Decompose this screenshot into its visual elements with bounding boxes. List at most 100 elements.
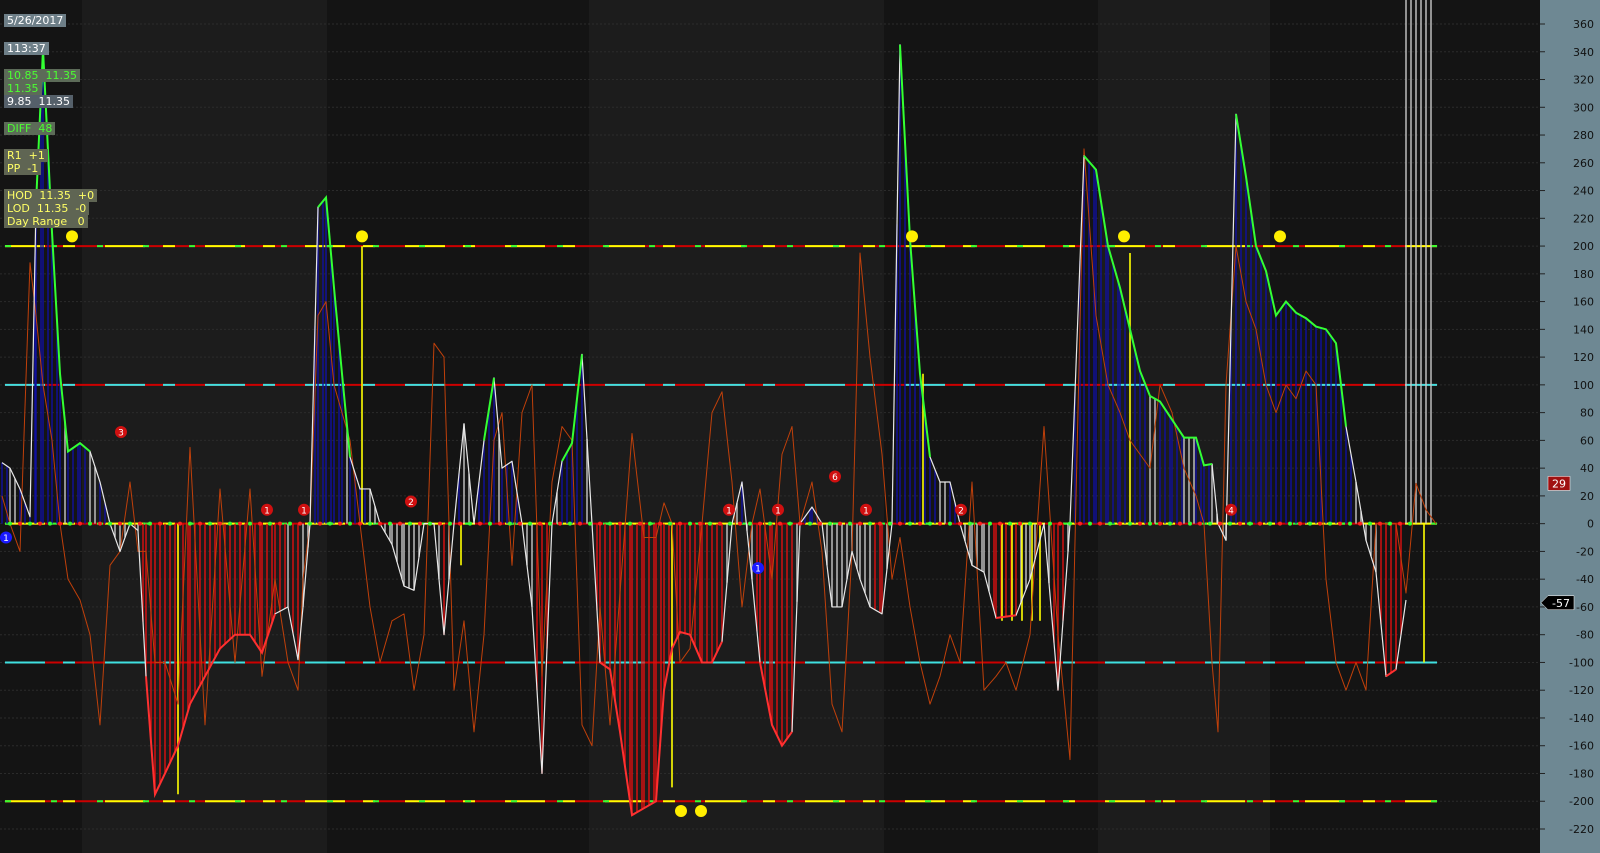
signal-dot: [1118, 230, 1130, 243]
zero-dot: [728, 521, 732, 526]
zero-dot: [1038, 521, 1042, 526]
count-marker-label: 2: [408, 498, 414, 508]
zero-dot: [1248, 521, 1252, 526]
bid-ask-label: 10.85 11.35: [4, 69, 80, 82]
chart-area[interactable]: 311211612411 360 340 320 300 280 260 240 220 200…: [0, 0, 1600, 853]
zero-dot: [1068, 521, 1072, 526]
signal-dot: [66, 230, 78, 243]
zero-dot: [358, 521, 362, 526]
zero-dot: [1328, 521, 1332, 526]
diff-label: DIFF 48: [4, 122, 56, 135]
y-tick-label: -40: [1576, 573, 1594, 586]
count-marker-label: 1: [301, 506, 307, 516]
y-tick-label: -60: [1576, 601, 1594, 614]
zero-dot: [298, 521, 302, 526]
count-marker-label: 2: [958, 506, 964, 516]
blue-marker-label: 1: [755, 565, 761, 575]
zero-dot: [48, 521, 52, 526]
price-label: 113:37: [4, 42, 49, 55]
zero-dot: [248, 521, 252, 526]
zero-dot: [1148, 521, 1152, 526]
zero-dot: [928, 521, 932, 526]
y-tick-label: 280: [1573, 129, 1594, 142]
zero-dot: [1348, 521, 1352, 526]
zero-dot: [1088, 521, 1092, 526]
zero-dot: [548, 521, 552, 526]
y-tick-label: 60: [1580, 434, 1594, 447]
zero-dot: [318, 521, 322, 526]
signal-dot: [906, 230, 918, 243]
signal-dot: [695, 804, 707, 817]
price-axis-panel[interactable]: [1540, 0, 1600, 853]
y-tick-label: 220: [1573, 212, 1594, 225]
zero-dot: [1108, 521, 1112, 526]
zero-dot: [218, 521, 222, 526]
zero-dot: [1118, 521, 1122, 526]
zero-dot: [288, 521, 292, 526]
orange-value-tag-label: 29: [1552, 477, 1566, 490]
zero-dot: [708, 521, 712, 526]
zero-dot: [268, 521, 272, 526]
date-label: 5/26/2017: [4, 14, 67, 27]
zero-dot: [38, 521, 42, 526]
blue-marker-label: 1: [3, 534, 9, 544]
signal-dot: [1274, 230, 1286, 243]
y-tick-label: 200: [1573, 240, 1594, 253]
zero-dot: [618, 521, 622, 526]
zero-dot: [968, 521, 972, 526]
zero-dot: [378, 521, 382, 526]
zero-dot: [878, 521, 882, 526]
y-tick-label: 300: [1573, 101, 1594, 114]
y-tick-label: 360: [1573, 18, 1594, 31]
zero-dot: [998, 521, 1002, 526]
zero-dot: [498, 521, 502, 526]
zero-dot: [798, 521, 802, 526]
zero-dot: [1258, 521, 1262, 526]
zero-dot: [778, 521, 782, 526]
zero-dot: [68, 521, 72, 526]
zero-dot: [958, 521, 962, 526]
y-tick-label: 20: [1580, 490, 1594, 503]
chart-canvas[interactable]: 31 121 161 2 411 360340320300280260240220200…: [0, 0, 1600, 853]
zero-dot: [108, 521, 112, 526]
zero-dot: [1008, 521, 1012, 526]
r1-label: R1 +1: [4, 149, 48, 162]
zero-dot: [148, 521, 152, 526]
y-tick-label: -120: [1569, 684, 1594, 697]
zero-dot: [538, 521, 542, 526]
zero-dot: [1168, 521, 1172, 526]
zero-dot: [808, 521, 812, 526]
zero-dot: [688, 521, 692, 526]
count-marker-label: 3: [118, 429, 124, 439]
zero-dot: [898, 521, 902, 526]
y-tick-label: 180: [1573, 268, 1594, 281]
zero-dot: [1078, 521, 1082, 526]
y-tick-label: 100: [1573, 379, 1594, 392]
zero-dot: [518, 521, 522, 526]
lod-label: LOD 11.35 -0: [4, 202, 90, 215]
zero-dot: [308, 521, 312, 526]
y-tick-label: 80: [1580, 407, 1594, 420]
zero-dot: [1268, 521, 1272, 526]
day-range-label: Day Range 0: [4, 215, 88, 228]
zero-dot: [98, 521, 102, 526]
zero-dot: [948, 521, 952, 526]
zero-dot: [528, 521, 532, 526]
zero-dot: [908, 521, 912, 526]
zero-dot: [1298, 521, 1302, 526]
y-tick-label: 40: [1580, 462, 1594, 475]
zero-dot: [698, 521, 702, 526]
y-tick-label: -140: [1569, 712, 1594, 725]
zero-dot: [1228, 521, 1232, 526]
y-tick-label: 340: [1573, 46, 1594, 59]
zero-dot: [568, 521, 572, 526]
y-tick-label: 320: [1573, 74, 1594, 87]
zero-dot: [348, 521, 352, 526]
zero-dot: [1018, 521, 1022, 526]
zero-dot: [988, 521, 992, 526]
zero-dot: [1378, 521, 1382, 526]
zero-dot: [978, 521, 982, 526]
zero-dot: [488, 521, 492, 526]
zero-dot: [768, 521, 772, 526]
y-tick-label: -160: [1569, 740, 1594, 753]
